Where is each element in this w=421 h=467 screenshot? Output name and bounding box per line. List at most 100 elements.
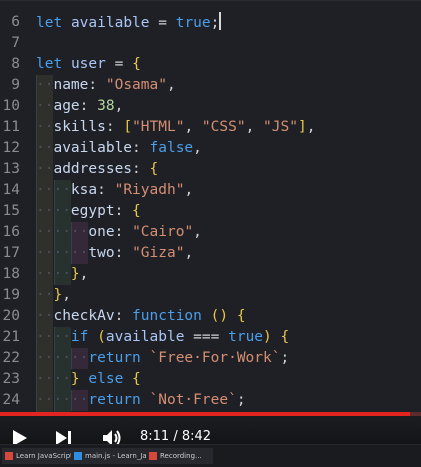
code-token: , [193, 140, 202, 156]
line-code: ····ksa: "Riyadh", [36, 180, 193, 201]
code-token: ···· [36, 266, 71, 282]
code-token: available [105, 329, 185, 345]
code-token: ; [280, 350, 290, 366]
code-token: [ [123, 119, 133, 135]
code-token: "Riyadh" [114, 182, 185, 198]
code-line: 11 ··skills: ["HTML", "CSS", "JS"], [0, 117, 421, 138]
line-number: 7 [11, 35, 20, 51]
code-line: 15 ····egypt: { [0, 201, 421, 222]
line-number: 24 [2, 392, 20, 408]
code-token: ·· [36, 98, 54, 114]
line-number: 20 [2, 308, 20, 324]
code-token: () [210, 308, 229, 324]
line-number: 22 [2, 350, 20, 366]
code-token: : [88, 77, 98, 93]
code-line: 22 ······return `Free·For·Work`; [0, 348, 421, 369]
line-number: 12 [2, 140, 20, 156]
code-token: { [280, 329, 290, 345]
code-token: : [132, 161, 141, 177]
taskbar: Learn JavaScript - G... main.js - Learn_… [0, 444, 421, 467]
line-code: ······return `Not·Free`; [36, 390, 246, 411]
taskbar-item-browser[interactable]: Learn JavaScript - G... [2, 448, 71, 464]
code-token: , [79, 266, 89, 282]
code-token: , [193, 224, 202, 240]
code-token: else [88, 371, 124, 387]
code-line: 17 ······two: "Giza", [0, 243, 421, 264]
code-editor[interactable]: 6 let available = true; 7 8 let user = {9 ··n… [0, 0, 421, 412]
code-token: : [97, 182, 106, 198]
code-token: === [193, 329, 220, 345]
code-line: 7 [0, 33, 421, 54]
code-token: function [132, 308, 202, 324]
code-token: `Not·Free` [149, 392, 237, 408]
line-code: let user = { [36, 54, 141, 75]
code-token: : [105, 119, 115, 135]
code-line: 9 ··name: "Osama", [0, 75, 421, 96]
line-code: ····} else { [36, 369, 141, 390]
editor-top-border [0, 0, 421, 1]
code-token: { [132, 371, 141, 387]
line-code: ··name: "Osama", [36, 75, 176, 96]
code-token: ·· [36, 119, 54, 135]
progress-bar[interactable] [0, 412, 421, 416]
code-line: 14 ····ksa: "Riyadh", [0, 180, 421, 201]
code-token: "HTML" [132, 119, 185, 135]
recorder-icon [149, 452, 157, 460]
code-token: "Cairo" [132, 224, 194, 240]
taskbar-item-vscode[interactable]: main.js - Learn_Jav... [71, 448, 146, 464]
code-token: , [306, 119, 316, 135]
code-token: , [184, 182, 194, 198]
code-token: , [245, 119, 255, 135]
line-number: 9 [11, 77, 20, 93]
code-token: ······ [36, 350, 89, 366]
code-token: return [88, 350, 141, 366]
code-line: 16 ······one: "Cairo", [0, 222, 421, 243]
line-code: ··age: 38, [36, 96, 123, 117]
code-line: 21 ····if (available === true) { [0, 327, 421, 348]
line-code: ······one: "Cairo", [36, 222, 202, 243]
code-line: 12 ··available: false, [0, 138, 421, 159]
code-token: "Giza" [132, 245, 185, 261]
code-token: let [36, 56, 63, 72]
code-token: ·· [36, 287, 54, 303]
code-token: , [166, 77, 176, 93]
code-token: : [132, 140, 141, 156]
code-token: checkAv [53, 308, 115, 324]
code-token: two [88, 245, 115, 261]
line-code: ··available: false, [36, 138, 202, 159]
taskbar-item-recorder[interactable]: Recording... [146, 448, 213, 464]
code-token: let [36, 15, 63, 31]
code-token: } [53, 287, 63, 303]
line-number: 18 [2, 266, 20, 282]
code-token: false [149, 140, 194, 156]
time-display: 8:11 / 8:42 [140, 429, 212, 444]
code-token: ; [236, 392, 246, 408]
code-token: ksa [70, 182, 98, 198]
code-token: ( [97, 329, 106, 345]
line-number: 13 [2, 161, 20, 177]
line-code: ··checkAv: function () { [36, 306, 246, 327]
line-code: ····egypt: { [36, 201, 141, 222]
line-number: 17 [2, 245, 20, 261]
code-token: ·· [36, 161, 54, 177]
code-line: 6 let available = true; [0, 12, 421, 33]
code-token: "Osama" [105, 77, 167, 93]
code-token: { [236, 308, 246, 324]
line-code: let available = true; [36, 12, 222, 34]
code-token: : [114, 203, 124, 219]
code-token: , [62, 287, 71, 303]
code-token: : [114, 308, 124, 324]
code-token: ···· [36, 371, 71, 387]
